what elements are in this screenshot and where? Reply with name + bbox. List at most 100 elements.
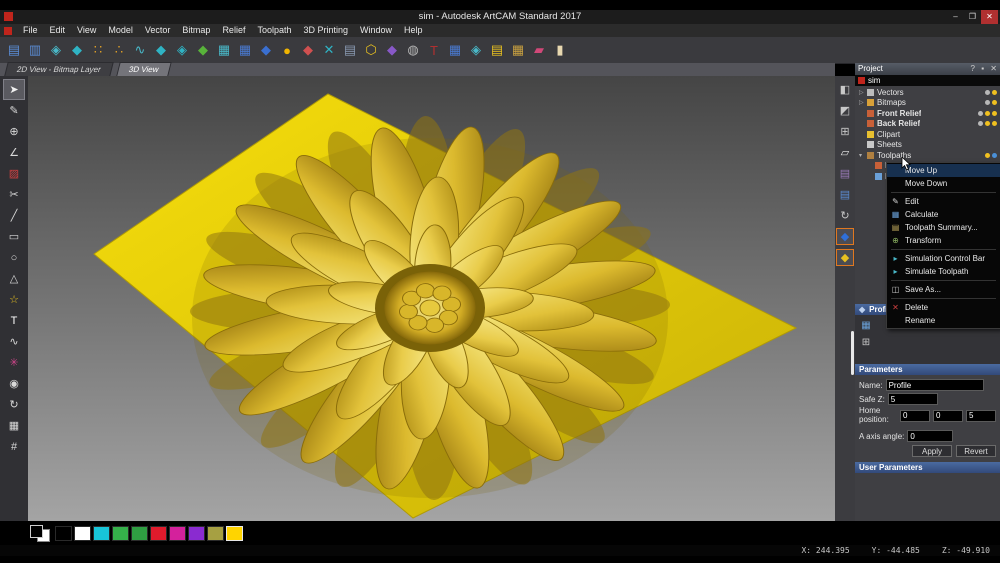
color-swatch[interactable]	[226, 525, 243, 541]
menu-bitmap[interactable]: Bitmap	[176, 24, 216, 37]
view-cube-icon[interactable]: ◩	[837, 103, 853, 118]
color-swatch[interactable]	[131, 525, 148, 541]
active-relief-layer-icon[interactable]: ◆	[836, 249, 854, 266]
relief-pair-icon[interactable]: ◈	[172, 40, 192, 60]
revert-button[interactable]: Revert	[956, 445, 996, 457]
cross-teal-icon[interactable]: ✕	[319, 40, 339, 60]
plane-toggle-icon[interactable]: ▱	[837, 145, 853, 160]
relief-red-icon[interactable]: ◆	[298, 40, 318, 60]
panel-scrollbar[interactable]	[851, 331, 854, 375]
mesh-tool[interactable]: ▦	[4, 416, 24, 435]
pan-view-icon[interactable]: ⊞	[837, 124, 853, 139]
context-move-down[interactable]: Move Down	[887, 177, 1000, 190]
maximize-button[interactable]: ❐	[964, 10, 981, 24]
user-parameters-header[interactable]: User Parameters	[855, 462, 1000, 473]
color-swatch[interactable]	[169, 525, 186, 541]
menu-toolpath[interactable]: Toolpath	[251, 24, 297, 37]
node-badge-icon[interactable]	[978, 121, 983, 127]
tree-item-bitmaps[interactable]: ▷ Bitmaps	[855, 98, 1000, 109]
teal-stack-icon[interactable]: ◈	[466, 40, 486, 60]
menu-edit[interactable]: Edit	[44, 24, 72, 37]
node-badge-icon[interactable]	[985, 152, 990, 158]
tree-item-front-relief[interactable]: Front Relief	[855, 108, 1000, 119]
node-points-icon[interactable]: ∴	[109, 40, 129, 60]
vase-icon[interactable]: ▮	[550, 40, 570, 60]
minimize-button[interactable]: –	[947, 10, 964, 24]
name-field[interactable]	[885, 379, 984, 391]
dots-grid-icon[interactable]: ∷	[88, 40, 108, 60]
rectangle-tool[interactable]: ▭	[4, 227, 24, 246]
help-icon[interactable]: ?	[971, 64, 975, 73]
grid-tool[interactable]: #	[4, 437, 24, 456]
viewport-3d[interactable]	[28, 76, 835, 521]
color-swatch[interactable]	[74, 525, 91, 541]
yellow-stack-icon[interactable]: ▤	[487, 40, 507, 60]
layers-blue-icon[interactable]: ▦	[235, 40, 255, 60]
menu-view[interactable]: View	[71, 24, 102, 37]
apply-button[interactable]: Apply	[912, 445, 952, 457]
node-badge-icon[interactable]	[985, 110, 990, 116]
context-simulation-control-bar[interactable]: ▸ Simulation Control Bar	[887, 252, 1000, 265]
menu-model[interactable]: Model	[102, 24, 139, 37]
expand-icon[interactable]: ▷	[859, 89, 867, 96]
relief-teal-icon[interactable]: ◆	[151, 40, 171, 60]
color-swatch[interactable]	[207, 525, 224, 541]
circle-tool[interactable]: ○	[4, 248, 24, 267]
droplet-icon[interactable]: ●	[277, 40, 297, 60]
fg-bg-color-swatch[interactable]	[30, 524, 50, 542]
transform-tool[interactable]: ⊕	[4, 122, 24, 141]
preview-icon[interactable]: ▥	[25, 40, 45, 60]
node-badge-icon[interactable]	[992, 89, 997, 95]
node-badge-icon[interactable]	[992, 152, 997, 158]
home-x-field[interactable]	[900, 409, 930, 422]
context-save-as[interactable]: ◫ Save As...	[887, 283, 1000, 296]
context-rename[interactable]: Rename	[887, 314, 1000, 327]
checker-icon[interactable]: ▦	[508, 40, 528, 60]
context-delete[interactable]: ✕ Delete	[887, 301, 1000, 314]
measure-tool[interactable]: ∠	[4, 143, 24, 162]
polygon-tool[interactable]: △	[4, 269, 24, 288]
color-swatch[interactable]	[93, 525, 110, 541]
stack-icon[interactable]: ▤	[340, 40, 360, 60]
color-swatch[interactable]	[112, 525, 129, 541]
tree-item-vectors[interactable]: ▷ Vectors	[855, 87, 1000, 98]
line-tool[interactable]: ╱	[4, 206, 24, 225]
color-swatch[interactable]	[188, 525, 205, 541]
text-relief-icon[interactable]: T	[424, 40, 444, 60]
relief-green-icon[interactable]: ◆	[193, 40, 213, 60]
pin-icon[interactable]: ▪	[981, 64, 984, 73]
node-badge-icon[interactable]	[978, 110, 983, 116]
relief-purple-icon[interactable]: ◆	[382, 40, 402, 60]
close-panel-icon[interactable]: ✕	[990, 64, 997, 73]
context-edit[interactable]: ✎ Edit	[887, 195, 1000, 208]
expand-icon[interactable]: ▷	[859, 99, 867, 106]
node-badge-icon[interactable]	[985, 89, 990, 95]
toolpath-settings-icon[interactable]: ▦	[859, 319, 873, 332]
node-badge-icon[interactable]	[992, 121, 997, 127]
menu-relief[interactable]: Relief	[216, 24, 251, 37]
curve-tool[interactable]: ∿	[4, 332, 24, 351]
paint-tool[interactable]: ▨	[4, 164, 24, 183]
relief-diamond-teal-icon[interactable]: ◆	[67, 40, 87, 60]
context-simulate-toolpath[interactable]: ▸ Simulate Toolpath	[887, 265, 1000, 278]
bitmap-star-tool[interactable]: ✳	[4, 353, 24, 372]
menu-help[interactable]: Help	[398, 24, 429, 37]
tree-item-back-relief[interactable]: Back Relief	[855, 119, 1000, 130]
dome-icon[interactable]: ◍	[403, 40, 423, 60]
node-badge-icon[interactable]	[992, 110, 997, 116]
spin-model-icon[interactable]: ◈	[46, 40, 66, 60]
star-tool[interactable]: ☆	[4, 290, 24, 309]
parameters-header[interactable]: Parameters	[855, 364, 1000, 375]
expand-icon[interactable]: ▾	[859, 152, 867, 159]
spiral-tool[interactable]: ↻	[4, 395, 24, 414]
blue-stack-icon[interactable]: ▦	[445, 40, 465, 60]
isometric-view-icon[interactable]: ◧	[837, 82, 853, 97]
a-axis-field[interactable]	[907, 430, 954, 442]
close-button[interactable]: ✕	[981, 10, 998, 24]
target-tool[interactable]: ◉	[4, 374, 24, 393]
menu-window[interactable]: Window	[354, 24, 398, 37]
tab-2d-view[interactable]: 2D View - Bitmap Layer	[4, 62, 114, 76]
menu-file[interactable]: File	[17, 24, 44, 37]
node-edit-tool[interactable]: ✎	[4, 101, 24, 120]
relief-blue-layer-icon[interactable]: ▤	[837, 187, 853, 202]
